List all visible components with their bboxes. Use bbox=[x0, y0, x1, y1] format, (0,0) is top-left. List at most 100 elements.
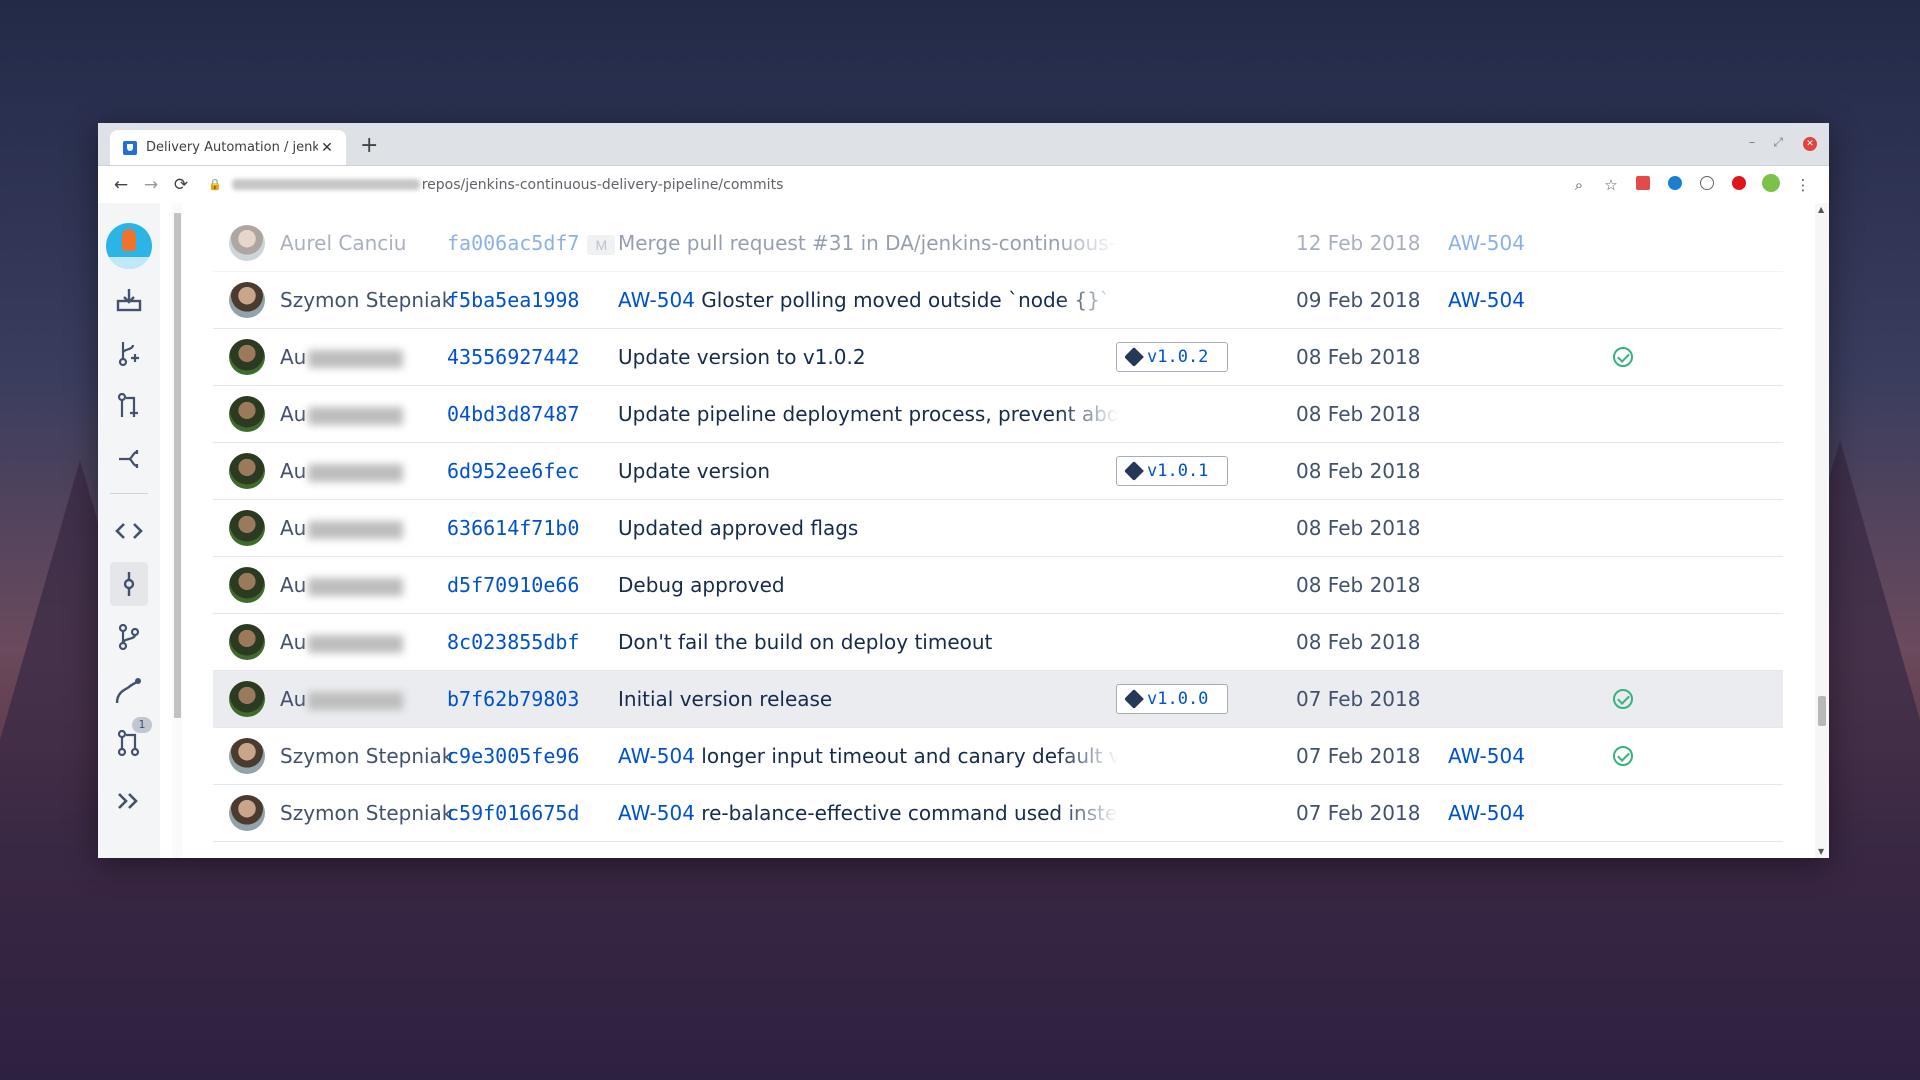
avatar[interactable] bbox=[229, 453, 265, 489]
build-success-icon[interactable] bbox=[1613, 746, 1633, 766]
tag-badge[interactable]: v1.0.0 bbox=[1116, 684, 1228, 714]
commit-hash[interactable]: 6d952ee6fec bbox=[447, 459, 579, 483]
commit-author[interactable]: Au bbox=[280, 516, 404, 540]
build-success-icon[interactable] bbox=[1613, 347, 1633, 367]
sidebar-scrollbar[interactable] bbox=[172, 203, 182, 858]
commit-row[interactable]: Au b7f62b79803 Initial version release v1.0… bbox=[213, 671, 1783, 728]
commit-hash-link[interactable]: b7f62b79803 bbox=[447, 687, 579, 711]
commit-hash-link[interactable]: fa006ac5df7 M bbox=[447, 231, 616, 255]
create-pull-request-icon[interactable] bbox=[110, 384, 148, 428]
commit-hash-link[interactable]: 43556927442 bbox=[447, 345, 579, 369]
reload-button[interactable]: ⟳ bbox=[166, 175, 196, 195]
commit-row[interactable]: Aurel Canciu fa006ac5df7 M Merge pull reque… bbox=[213, 215, 1783, 272]
commit-hash-link[interactable]: 6d952ee6fec bbox=[447, 459, 579, 483]
commit-hash[interactable]: f5ba5ea1998 bbox=[447, 288, 579, 312]
commit-author[interactable]: Au bbox=[280, 630, 404, 654]
jira-issue-link[interactable]: AW-504 bbox=[1448, 744, 1525, 768]
address-bar[interactable]: 🔒 repos/jenkins-continuous-delivery-pipe… bbox=[204, 171, 1563, 199]
jira-issue-link[interactable]: AW-504 bbox=[1448, 288, 1525, 312]
commit-author[interactable]: Au bbox=[280, 573, 404, 597]
new-tab-button[interactable]: + bbox=[360, 133, 378, 158]
commit-hash[interactable]: 43556927442 bbox=[447, 345, 579, 369]
commit-author[interactable]: Au bbox=[280, 402, 404, 426]
commit-hash-link[interactable]: 636614f71b0 bbox=[447, 516, 579, 540]
commits-icon[interactable] bbox=[110, 562, 148, 606]
commit-hash-link[interactable]: f5ba5ea1998 bbox=[447, 288, 579, 312]
clone-icon[interactable] bbox=[110, 278, 148, 322]
commit-row[interactable]: Au d5f70910e66 Debug approved 08 Feb 2018 bbox=[213, 557, 1783, 614]
jira-issue-link[interactable]: AW-504 bbox=[1448, 231, 1525, 255]
commit-author[interactable]: Szymon Stepniak bbox=[280, 801, 453, 825]
commit-row[interactable]: Au 6d952ee6fec Update version v1.0.1 08 Feb … bbox=[213, 443, 1783, 500]
back-button[interactable]: ← bbox=[106, 175, 136, 195]
extension-icon[interactable] bbox=[1691, 175, 1723, 194]
expand-sidebar-icon[interactable] bbox=[110, 779, 148, 823]
commit-author[interactable]: Au bbox=[280, 345, 404, 369]
minimize-icon[interactable]: – bbox=[1749, 135, 1755, 149]
commit-hash-link[interactable]: d5f70910e66 bbox=[447, 573, 579, 597]
branches-icon[interactable] bbox=[110, 615, 148, 659]
commit-row[interactable]: Au 636614f71b0 Updated approved flags 08 Fe… bbox=[213, 500, 1783, 557]
window-close-icon[interactable]: ✕ bbox=[1803, 137, 1817, 151]
menu-kebab-icon[interactable]: ⋮ bbox=[1787, 176, 1819, 194]
avatar[interactable] bbox=[229, 282, 265, 318]
pull-requests-icon[interactable]: 1 bbox=[110, 717, 152, 765]
commit-row[interactable]: Au 8c023855dbf Don't fail the build on dep… bbox=[213, 614, 1783, 671]
commit-hash[interactable]: c9e3005fe96 bbox=[447, 744, 579, 768]
avatar[interactable] bbox=[229, 681, 265, 717]
commit-row[interactable]: Szymon Stepniak c9e3005fe96 AW-504 longer … bbox=[213, 728, 1783, 785]
profile-avatar-icon[interactable] bbox=[1755, 173, 1787, 196]
commit-hash-link[interactable]: 8c023855dbf bbox=[447, 630, 579, 654]
opera-extension-icon[interactable] bbox=[1723, 175, 1755, 194]
commit-hash[interactable]: 636614f71b0 bbox=[447, 516, 579, 540]
issue-link[interactable]: AW-504 bbox=[618, 801, 695, 825]
tab-close-icon[interactable]: ✕ bbox=[318, 140, 336, 156]
fork-icon[interactable] bbox=[110, 437, 148, 481]
commit-hash[interactable]: d5f70910e66 bbox=[447, 573, 579, 597]
commit-row[interactable]: Szymon Stepniak c59f016675d AW-504 re-bala… bbox=[213, 785, 1783, 842]
page-scrollbar[interactable]: ▲ ▼ bbox=[1815, 203, 1829, 858]
avatar[interactable] bbox=[229, 624, 265, 660]
commit-author[interactable]: Au bbox=[280, 459, 404, 483]
issue-link[interactable]: AW-504 bbox=[618, 744, 695, 768]
commit-author[interactable]: Au bbox=[280, 687, 404, 711]
avatar[interactable] bbox=[229, 225, 265, 261]
commit-author[interactable]: Aurel Canciu bbox=[280, 231, 406, 255]
avatar[interactable] bbox=[229, 738, 265, 774]
browser-tab[interactable]: Delivery Automation / jenkins- ✕ bbox=[110, 130, 346, 165]
commit-row[interactable]: Au 43556927442 Update version to v1.0.2 v1.… bbox=[213, 329, 1783, 386]
commit-author[interactable]: Szymon Stepniak bbox=[280, 744, 453, 768]
jira-issue-link[interactable]: AW-504 bbox=[1448, 801, 1525, 825]
avatar[interactable] bbox=[229, 339, 265, 375]
commit-hash[interactable]: b7f62b79803 bbox=[447, 687, 579, 711]
commit-hash-link[interactable]: 04bd3d87487 bbox=[447, 402, 579, 426]
commit-hash[interactable]: 04bd3d87487 bbox=[447, 402, 579, 426]
source-code-icon[interactable] bbox=[110, 509, 148, 553]
commit-hash-link[interactable]: c9e3005fe96 bbox=[447, 744, 579, 768]
commit-hash[interactable]: 8c023855dbf bbox=[447, 630, 579, 654]
avatar[interactable] bbox=[229, 510, 265, 546]
bitbucket-logo-icon[interactable] bbox=[106, 223, 152, 269]
zoom-icon[interactable]: ⌕ bbox=[1563, 176, 1595, 194]
avatar[interactable] bbox=[229, 396, 265, 432]
bookmark-star-icon[interactable]: ☆ bbox=[1595, 176, 1627, 194]
commit-row[interactable]: Au 04bd3d87487 Update pipeline deployment … bbox=[213, 386, 1783, 443]
commit-row[interactable]: Szymon Stepniak f5ba5ea1998 AW-504 Gloster… bbox=[213, 272, 1783, 329]
forward-button[interactable]: → bbox=[136, 175, 166, 195]
tag-badge[interactable]: v1.0.1 bbox=[1116, 456, 1228, 486]
avatar[interactable] bbox=[229, 567, 265, 603]
graph-icon[interactable] bbox=[110, 668, 148, 712]
commit-hash-link[interactable]: c59f016675d bbox=[447, 801, 579, 825]
issue-link[interactable]: AW-504 bbox=[618, 288, 695, 312]
tag-badge[interactable]: v1.0.2 bbox=[1116, 342, 1228, 372]
extension-icon[interactable] bbox=[1627, 175, 1659, 194]
maximize-icon[interactable]: ⤢ bbox=[1773, 135, 1783, 150]
build-success-icon[interactable] bbox=[1613, 689, 1633, 709]
commit-author[interactable]: Szymon Stepniak bbox=[280, 288, 453, 312]
commit-hash[interactable]: fa006ac5df7 bbox=[447, 231, 579, 255]
extension-icon[interactable] bbox=[1659, 175, 1691, 194]
commit-hash[interactable]: c59f016675d bbox=[447, 801, 579, 825]
scroll-thumb[interactable] bbox=[1818, 696, 1826, 726]
avatar[interactable] bbox=[229, 795, 265, 831]
create-branch-icon[interactable] bbox=[110, 331, 148, 375]
